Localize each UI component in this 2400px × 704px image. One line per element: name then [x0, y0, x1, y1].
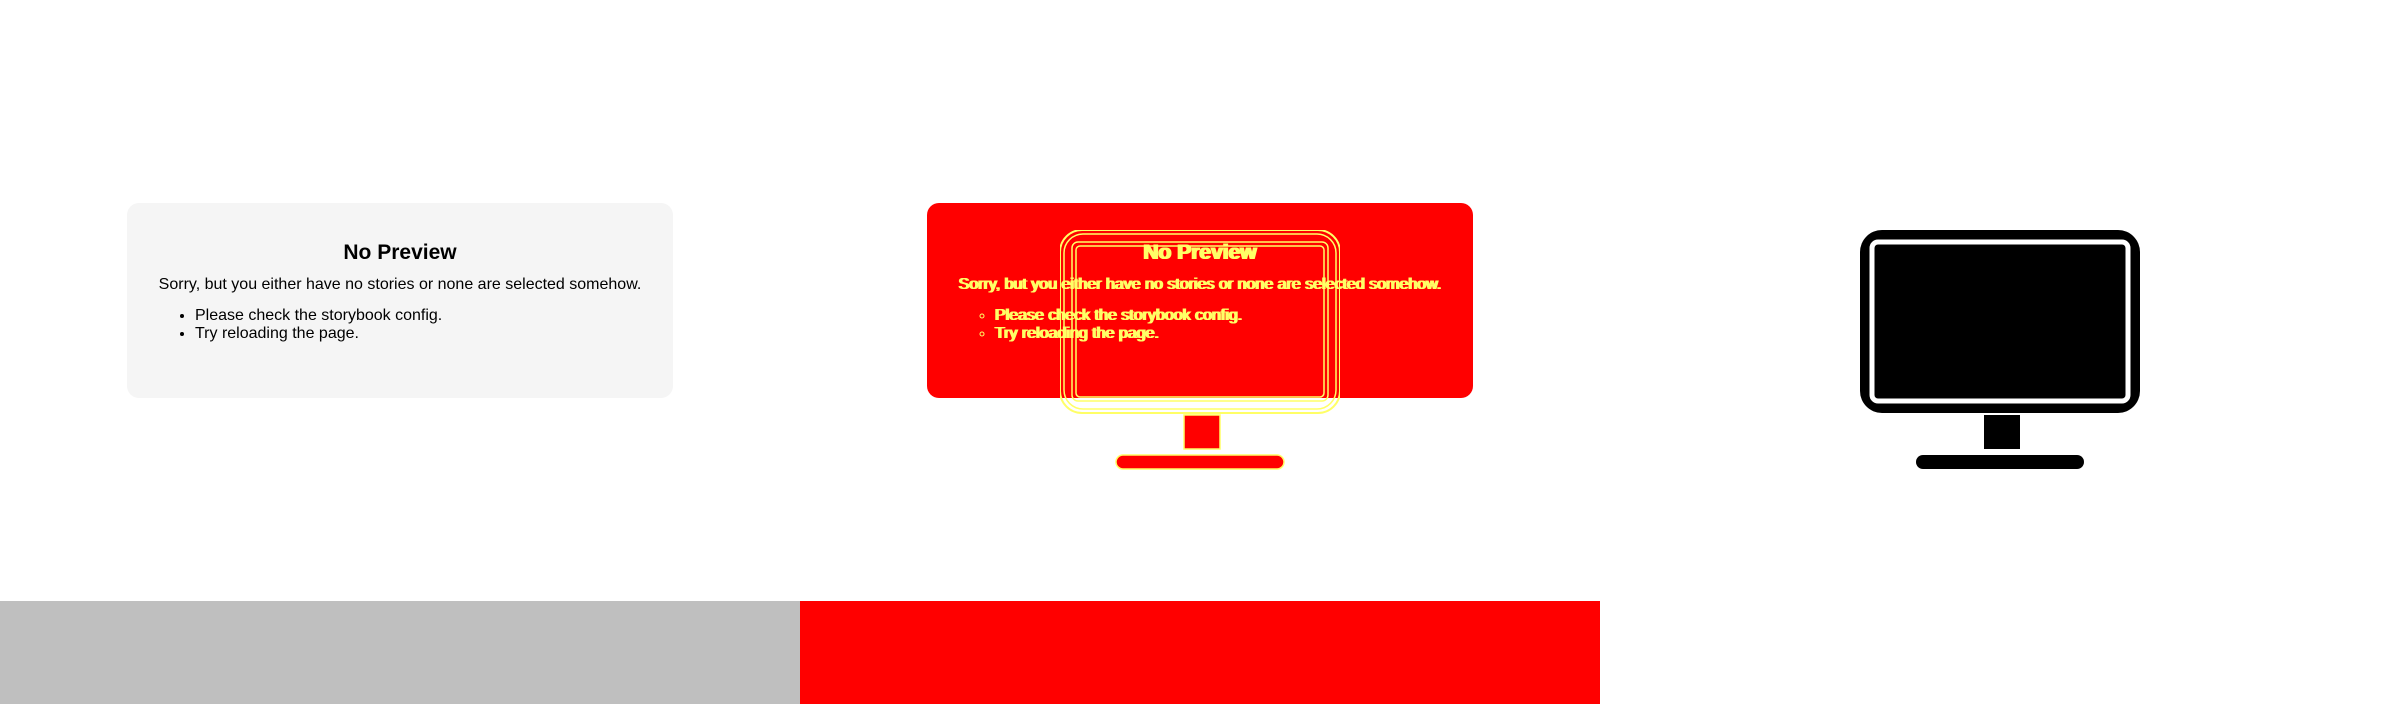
card-message: Sorry, but you either have no stories or… — [158, 276, 642, 293]
bottom-strip-gray — [0, 601, 800, 704]
hint-list: Please check the storybook config. Try r… — [155, 307, 645, 343]
card-title: No Preview — [343, 241, 457, 264]
no-preview-card: No Preview Sorry, but you either have no… — [127, 203, 673, 398]
monitor-icon — [1860, 230, 2140, 470]
panel-light: No Preview Sorry, but you either have no… — [0, 0, 800, 704]
hint-item: Please check the storybook config. — [195, 307, 645, 325]
hint-item: Try reloading the page. — [195, 325, 645, 343]
bottom-strip-red — [800, 601, 1600, 704]
monitor-icon-outline — [1060, 230, 1340, 470]
panel-icon — [1600, 0, 2400, 704]
panel-diff: No Preview Sorry, but you either have no… — [800, 0, 1600, 704]
